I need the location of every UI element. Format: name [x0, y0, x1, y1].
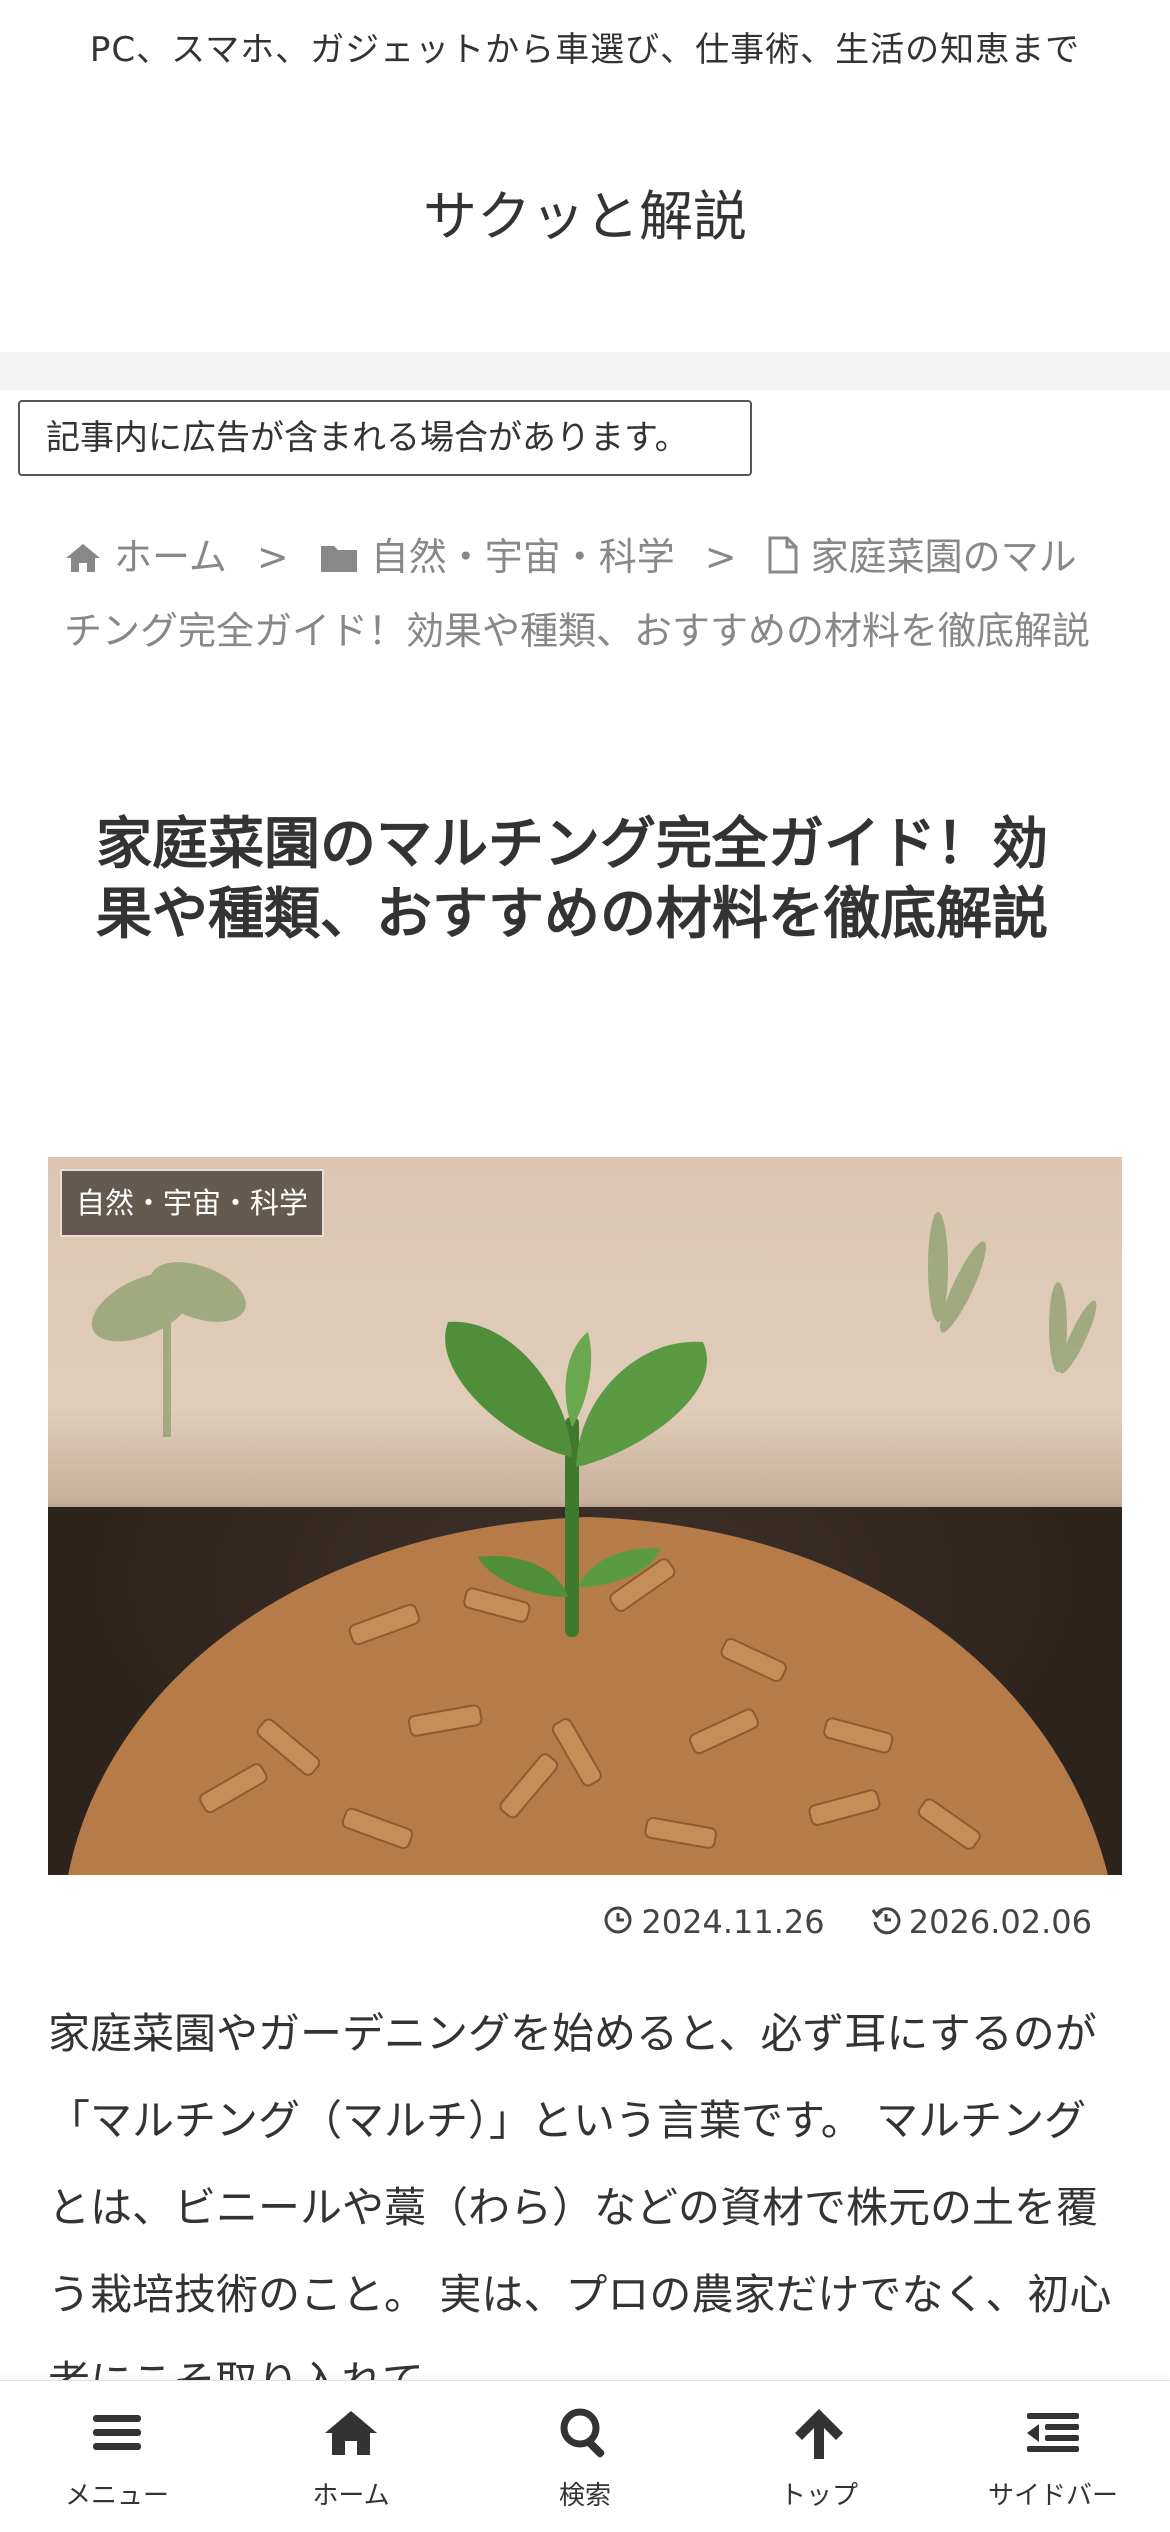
updated-date: 2026.02.06	[908, 1903, 1092, 1941]
nav-home-button[interactable]: ホーム	[234, 2381, 468, 2532]
chevron-right-icon: >	[256, 535, 289, 579]
page: PC、スマホ、ガジェットから車選び、仕事術、生活の知恵まで サクッと解説 記事内…	[0, 0, 1170, 2532]
category-badge[interactable]: 自然・宇宙・科学	[60, 1169, 325, 1237]
breadcrumb: ホーム > 自然・宇宙・科学 > 家庭菜園のマルチング完全ガイド！効果や種類、おすす…	[64, 522, 1104, 666]
hero-image: 自然・宇宙・科学	[48, 1157, 1122, 1875]
search-icon	[560, 2408, 605, 2458]
clock-icon	[604, 1906, 632, 1934]
nav-top-button[interactable]: トップ	[702, 2381, 936, 2532]
seedling-illustration	[68, 1212, 1108, 1875]
published-date: 2024.11.26	[641, 1903, 825, 1941]
ad-disclosure-notice: 記事内に広告が含まれる場合があります。	[18, 400, 752, 476]
nav-sidebar-button[interactable]: サイドバー	[936, 2381, 1170, 2532]
home-icon	[64, 526, 102, 596]
article-title: 家庭菜園のマルチング完全ガイド！効果や種類、おすすめの材料を徹底解説	[96, 812, 1048, 947]
updated-date-group: 2026.02.06	[871, 1901, 1092, 1941]
nav-menu-button[interactable]: メニュー	[0, 2381, 234, 2532]
sidebar-icon	[1027, 2413, 1079, 2452]
site-tagline: PC、スマホ、ガジェットから車選び、仕事術、生活の知恵まで	[89, 30, 1081, 70]
home-icon	[325, 2411, 377, 2455]
breadcrumb-category-link[interactable]: 自然・宇宙・科学	[371, 535, 675, 579]
post-dates: 2024.11.26 2026.02.06	[603, 1900, 1092, 1941]
history-icon	[871, 1907, 901, 1935]
nav-menu-label: メニュー	[64, 2481, 169, 2511]
folder-icon	[319, 526, 359, 596]
site-title[interactable]: サクッと解説	[0, 172, 1170, 251]
menu-icon	[93, 2415, 141, 2450]
breadcrumb-home-link[interactable]: ホーム	[114, 535, 227, 579]
published-date-group: 2024.11.26	[603, 1901, 825, 1941]
chevron-right-icon: >	[704, 535, 737, 579]
nav-home-label: ホーム	[312, 2481, 390, 2511]
bottom-navigation-bar: メニュー ホーム 検索 トップ サイドバー	[0, 2380, 1170, 2532]
nav-top-label: トップ	[779, 2481, 858, 2511]
nav-sidebar-label: サイドバー	[987, 2481, 1118, 2511]
article-intro-paragraph: 家庭菜園やガーデニングを始めると、必ず耳にするのが「マルチング（マルチ）」という…	[48, 2009, 1112, 2406]
file-icon	[767, 526, 799, 596]
header-divider	[0, 352, 1170, 390]
nav-search-button[interactable]: 検索	[468, 2381, 702, 2532]
arrow-up-icon	[795, 2409, 843, 2459]
nav-search-label: 検索	[558, 2481, 611, 2511]
